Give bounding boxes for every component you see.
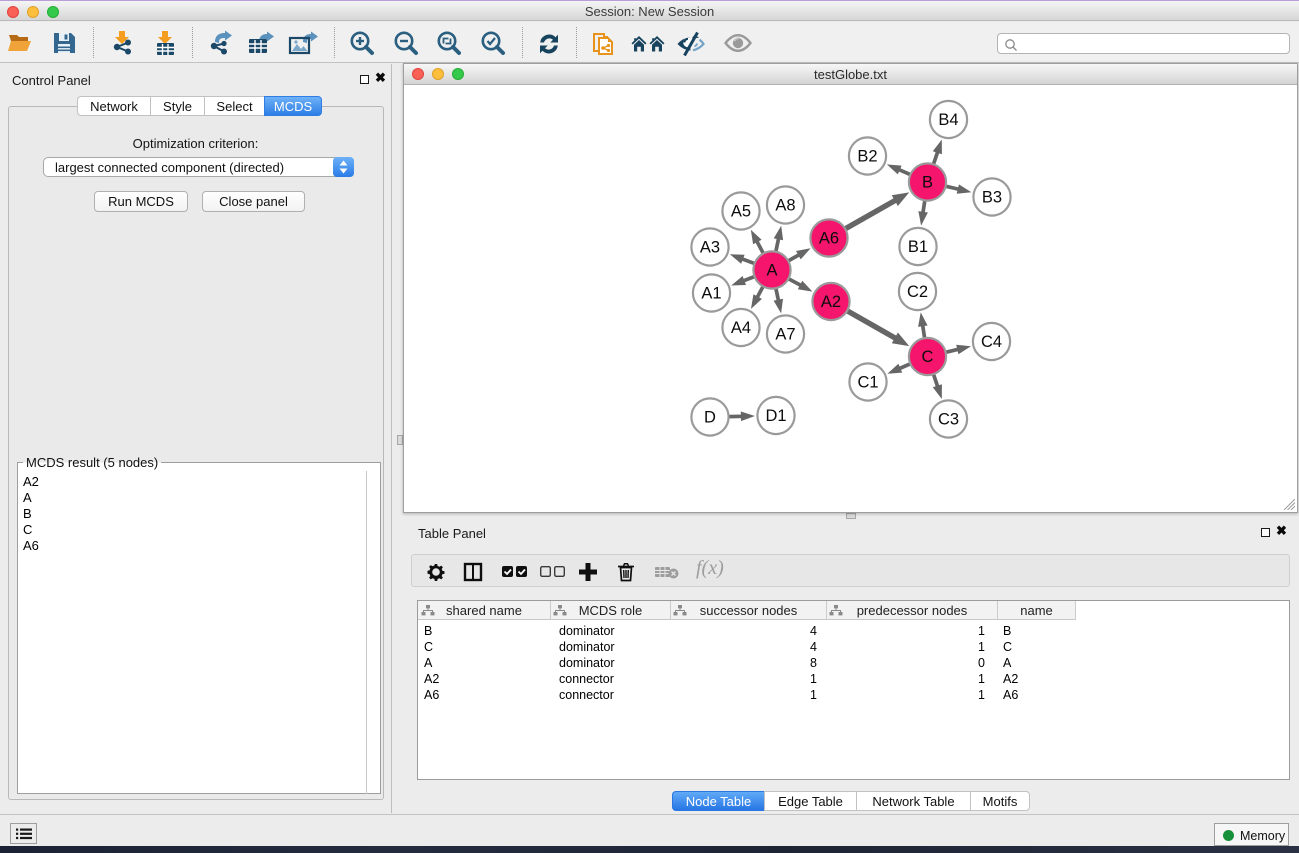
svg-text:B1: B1: [908, 238, 928, 256]
svg-text:A: A: [766, 262, 777, 280]
svg-text:B3: B3: [982, 189, 1002, 207]
svg-text:C4: C4: [981, 333, 1002, 351]
svg-text:B: B: [922, 174, 933, 192]
svg-text:A7: A7: [775, 326, 795, 344]
svg-text:A6: A6: [819, 230, 839, 248]
svg-text:A3: A3: [700, 239, 720, 257]
svg-text:A4: A4: [731, 319, 751, 337]
svg-text:C3: C3: [938, 411, 959, 429]
svg-text:A5: A5: [731, 203, 751, 221]
svg-text:A8: A8: [775, 197, 795, 215]
svg-text:C: C: [922, 348, 934, 366]
svg-text:B2: B2: [857, 148, 877, 166]
svg-text:C2: C2: [907, 283, 928, 301]
svg-text:B4: B4: [938, 111, 958, 129]
svg-text:C1: C1: [857, 374, 878, 392]
svg-text:A1: A1: [701, 285, 721, 303]
svg-text:D1: D1: [765, 407, 786, 425]
svg-text:D: D: [704, 409, 716, 427]
svg-text:A2: A2: [821, 293, 841, 311]
